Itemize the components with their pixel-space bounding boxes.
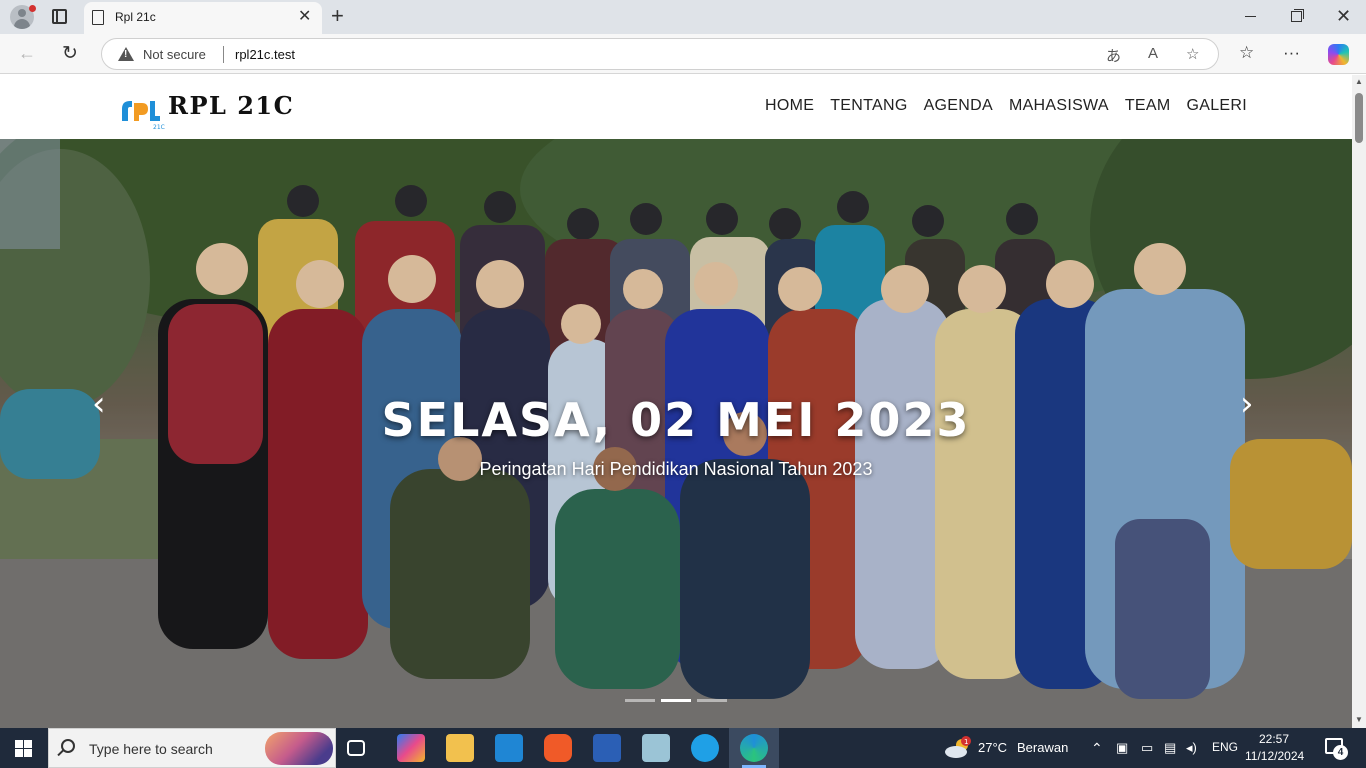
carousel-subtitle: Peringatan Hari Pendidikan Nasional Tahu… xyxy=(479,459,873,479)
vscode-icon[interactable] xyxy=(495,734,523,762)
taskbar-clock[interactable]: 22:57 11/12/2024 xyxy=(1245,731,1305,765)
browser-tab-active[interactable]: Rpl 21c ✕ xyxy=(84,2,322,34)
language-indicator[interactable]: ENG xyxy=(1212,740,1238,754)
nav-item-agenda[interactable]: AGENDA xyxy=(924,97,993,115)
scroll-down-icon[interactable]: ▼ xyxy=(1355,715,1363,724)
weather-badge: 1 xyxy=(964,738,968,746)
weather-text[interactable]: Berawan xyxy=(1017,740,1068,755)
notepad-icon[interactable] xyxy=(642,734,670,762)
notification-badge: 4 xyxy=(1333,745,1348,760)
carousel-next-icon[interactable]: › xyxy=(1240,387,1254,421)
taskbar-search-box[interactable]: Type here to search xyxy=(48,728,336,768)
warning-icon[interactable] xyxy=(118,47,134,61)
browser-toolbar: ← ↻ Not secure rpl21c.test あ A ☆ ☆ ··· xyxy=(0,34,1366,74)
carousel-title: SELASA, 02 MEI 2023 xyxy=(381,393,971,447)
brave-browser-icon[interactable] xyxy=(544,734,572,762)
address-bar[interactable]: Not secure rpl21c.test あ A ☆ xyxy=(101,38,1219,70)
search-placeholder[interactable]: Type here to search xyxy=(89,741,213,757)
temperature-text[interactable]: 27°C xyxy=(978,740,1007,755)
url-text[interactable]: rpl21c.test xyxy=(235,47,295,62)
file-explorer-icon[interactable] xyxy=(446,734,474,762)
app-icon[interactable] xyxy=(691,734,719,762)
tab-title: Rpl 21c xyxy=(115,10,156,24)
page-document-icon xyxy=(92,10,104,25)
back-arrow-icon[interactable]: ← xyxy=(18,43,36,64)
carousel-prev-icon[interactable]: ‹ xyxy=(92,387,106,421)
browser-tab-strip: Rpl 21c ✕ + ✕ xyxy=(0,0,1366,34)
reload-icon[interactable]: ↻ xyxy=(62,42,78,65)
weather-cloud-icon[interactable]: 1 xyxy=(944,736,972,760)
search-highlight-image[interactable] xyxy=(265,732,333,765)
logo-text: 21C xyxy=(153,124,165,131)
volume-icon[interactable]: ◂) xyxy=(1186,740,1197,756)
favorites-icon[interactable]: ☆ xyxy=(1239,43,1254,63)
profile-notification-dot xyxy=(29,5,36,12)
search-icon xyxy=(61,739,75,753)
copilot-icon[interactable] xyxy=(1328,44,1349,65)
site-navbar: 21C RPL 21C HOME TENTANG AGENDA MAHASISW… xyxy=(0,75,1352,139)
nav-item-team[interactable]: TEAM xyxy=(1125,97,1171,115)
window-close-button[interactable]: ✕ xyxy=(1336,6,1351,26)
security-label[interactable]: Not secure xyxy=(143,47,206,62)
scroll-up-icon[interactable]: ▲ xyxy=(1355,77,1363,86)
more-menu-icon[interactable]: ··· xyxy=(1283,43,1300,63)
page-scrollbar[interactable]: ▲ ▼ xyxy=(1352,75,1366,728)
nav-item-tentang[interactable]: TENTANG xyxy=(830,97,907,115)
nav-item-galeri[interactable]: GALERI xyxy=(1187,97,1248,115)
address-separator xyxy=(223,46,224,63)
tray-chevron-icon[interactable]: ⌃ xyxy=(1091,740,1103,757)
site-logo-icon[interactable]: 21C xyxy=(118,85,166,131)
word-icon[interactable] xyxy=(593,734,621,762)
network-icon[interactable]: ▤ xyxy=(1164,740,1176,756)
scroll-thumb[interactable] xyxy=(1355,93,1363,143)
carousel-indicators xyxy=(625,699,727,702)
clock-date: 11/12/2024 xyxy=(1245,749,1305,763)
meet-icon[interactable]: ▣ xyxy=(1116,740,1128,756)
translate-icon[interactable]: あ xyxy=(1106,45,1121,66)
carousel-indicator-3[interactable] xyxy=(697,699,727,702)
nav-item-mahasiswa[interactable]: MAHASISWA xyxy=(1009,97,1109,115)
favorite-star-icon[interactable]: ☆ xyxy=(1186,45,1199,63)
site-nav-menu: HOME TENTANG AGENDA MAHASISWA TEAM GALER… xyxy=(765,97,1263,115)
edge-browser-icon[interactable] xyxy=(740,734,768,762)
hero-carousel: SELASA, 02 MEI 2023 Peringatan Hari Pend… xyxy=(0,139,1352,728)
tab-actions-icon[interactable] xyxy=(52,9,67,24)
carousel-indicator-2[interactable] xyxy=(661,699,691,702)
nav-item-home[interactable]: HOME xyxy=(765,97,814,115)
web-page: 21C RPL 21C HOME TENTANG AGENDA MAHASISW… xyxy=(0,75,1352,728)
carousel-indicator-1[interactable] xyxy=(625,699,655,702)
clock-time: 22:57 xyxy=(1258,732,1290,746)
copilot-taskbar-icon[interactable] xyxy=(397,734,425,762)
read-aloud-icon[interactable]: A xyxy=(1148,45,1158,62)
windows-taskbar: Type here to search 1 27°C Berawan ⌃ ▣ ▭… xyxy=(0,728,1366,768)
new-tab-icon[interactable]: + xyxy=(331,3,344,29)
windows-start-icon[interactable] xyxy=(15,740,32,757)
tab-close-icon[interactable]: ✕ xyxy=(298,8,311,26)
window-restore-button[interactable] xyxy=(1291,9,1304,22)
task-view-icon[interactable] xyxy=(347,740,365,756)
site-brand[interactable]: RPL 21C xyxy=(168,91,294,120)
window-minimize-button[interactable] xyxy=(1245,16,1256,17)
battery-icon[interactable]: ▭ xyxy=(1141,740,1153,756)
